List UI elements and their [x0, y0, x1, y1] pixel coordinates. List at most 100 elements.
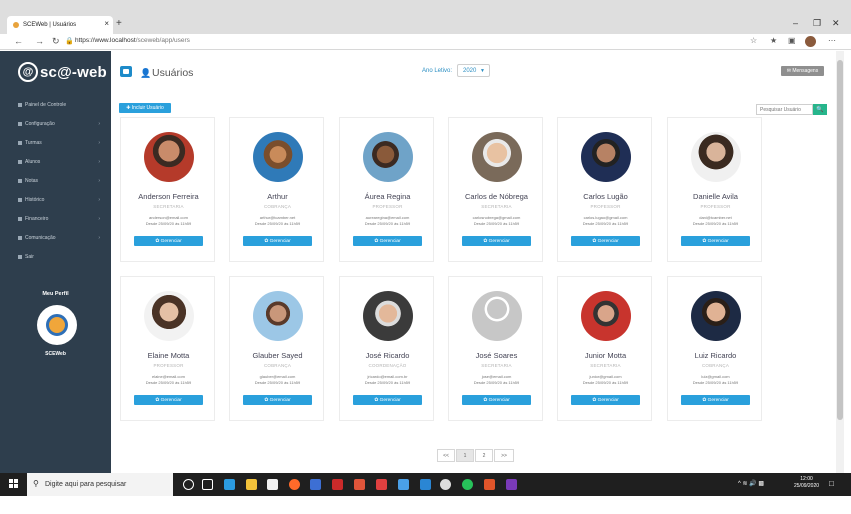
manage-button[interactable]: ✿ Gerenciar — [571, 236, 640, 246]
chevron-right-icon: › — [98, 159, 100, 165]
app-logo[interactable]: @ sc@-web — [18, 62, 107, 82]
menu-toggle-icon[interactable] — [120, 66, 132, 77]
user-photo — [253, 132, 303, 182]
sidebar-item-0[interactable]: Painel de Controle — [18, 99, 103, 111]
sidebar-item-label: Notas — [25, 178, 39, 184]
url-path: /sceweb/app/users — [135, 37, 190, 44]
favorites-icon[interactable]: ★ — [770, 36, 777, 45]
star-icon[interactable]: ☆ — [750, 36, 757, 45]
page-prev-button[interactable]: << — [437, 449, 455, 462]
new-tab-button[interactable]: + — [116, 18, 122, 29]
page-next-button[interactable]: >> — [494, 449, 514, 462]
firefox-icon[interactable] — [289, 479, 300, 490]
user-role: PROFESSOR — [590, 204, 621, 209]
back-icon[interactable]: ← — [14, 36, 23, 46]
browser-profile-avatar[interactable] — [805, 36, 816, 47]
sidebar-item-label: Financeiro — [25, 216, 49, 222]
settings-gear-icon[interactable] — [440, 479, 451, 490]
messages-button[interactable]: ✉ Mensagens — [781, 66, 824, 76]
manage-button[interactable]: ✿ Gerenciar — [243, 236, 312, 246]
sidebar-item-5[interactable]: Histórico › — [18, 194, 103, 206]
user-since: Desde 25/09/20 às 11h59 — [473, 380, 520, 385]
wrench-icon — [18, 122, 22, 126]
close-tab-icon[interactable]: × — [104, 19, 109, 28]
add-user-button[interactable]: ✚ Incluir Usuário — [119, 103, 171, 113]
year-select[interactable]: 2020 ▼ — [457, 64, 490, 77]
user-role: SECRETARIA — [481, 363, 512, 368]
taskbar-search-input[interactable]: ⚲ Digite aqui para pesquisar — [27, 473, 173, 496]
profile-avatar[interactable] — [37, 305, 77, 345]
user-card: José Ricardo COORDENAÇÃO jricardo@email.co… — [339, 276, 434, 421]
manage-button[interactable]: ✿ Gerenciar — [462, 395, 531, 405]
logo-mark: @ — [18, 62, 38, 82]
app-icon-6[interactable] — [420, 479, 431, 490]
close-window-icon[interactable]: ✕ — [832, 18, 840, 29]
notification-icon[interactable]: □ — [829, 479, 834, 488]
scrollbar-thumb[interactable] — [837, 60, 843, 420]
user-email: dani@tcamber.net — [699, 215, 732, 220]
manage-button[interactable]: ✿ Gerenciar — [681, 236, 750, 246]
collections-icon[interactable]: ▣ — [788, 36, 796, 45]
windows-start-icon[interactable] — [9, 479, 19, 489]
spotify-icon[interactable] — [462, 479, 473, 490]
sidebar-item-3[interactable]: Alunos › — [18, 156, 103, 168]
app-icon-7[interactable] — [484, 479, 495, 490]
user-since: Desde 25/09/20 às 11h59 — [364, 380, 411, 385]
manage-button[interactable]: ✿ Gerenciar — [353, 395, 422, 405]
app-icon-4[interactable] — [376, 479, 387, 490]
app-icon-1[interactable] — [310, 479, 321, 490]
manage-button[interactable]: ✿ Gerenciar — [462, 236, 531, 246]
reload-icon[interactable]: ↻ — [52, 36, 60, 47]
manage-button[interactable]: ✿ Gerenciar — [134, 236, 203, 246]
user-name: Áurea Regina — [364, 192, 411, 201]
sidebar-item-2[interactable]: Turmas › — [18, 137, 103, 149]
task-view-icon[interactable] — [202, 479, 213, 490]
user-name: Junior Motta — [584, 351, 627, 360]
edge-icon[interactable] — [224, 479, 235, 490]
forward-icon[interactable]: → — [35, 36, 44, 46]
app-icon-3[interactable] — [354, 479, 365, 490]
user-photo — [363, 291, 413, 341]
manage-button[interactable]: ✿ Gerenciar — [681, 395, 750, 405]
user-photo — [253, 291, 303, 341]
sidebar-item-1[interactable]: Configuração › — [18, 118, 103, 130]
user-card: Elaine Motta PROFESSOR elaine@email.com Des… — [120, 276, 215, 421]
dashboard-icon — [18, 103, 22, 107]
search-input[interactable] — [756, 104, 813, 115]
profile-logo-icon — [46, 314, 68, 336]
minimize-icon[interactable]: – — [793, 18, 798, 28]
user-photo — [363, 132, 413, 182]
app-icon-5[interactable] — [398, 479, 409, 490]
manage-button[interactable]: ✿ Gerenciar — [571, 395, 640, 405]
sidebar-item-8[interactable]: Sair — [18, 251, 103, 263]
manage-button[interactable]: ✿ Gerenciar — [243, 395, 312, 405]
search-button[interactable]: 🔍 — [813, 104, 827, 115]
store-icon[interactable] — [267, 479, 278, 490]
maximize-icon[interactable]: ❐ — [813, 18, 821, 29]
user-photo — [691, 291, 741, 341]
user-since: Desde 25/09/20 às 11h59 — [254, 221, 301, 226]
taskbar-clock[interactable]: 12:00 25/09/2020 — [794, 476, 819, 490]
file-explorer-icon[interactable] — [246, 479, 257, 490]
user-name: José Ricardo — [365, 351, 410, 360]
page-title: Usuários — [152, 67, 194, 79]
app-icon-2[interactable] — [332, 479, 343, 490]
more-icon[interactable]: ⋯ — [828, 36, 836, 45]
sidebar-item-6[interactable]: Financeiro › — [18, 213, 103, 225]
user-card: Carlos de Nóbrega SECRETARIA carlosnobrega… — [448, 117, 543, 262]
page-2-button[interactable]: 2 — [475, 449, 493, 462]
app-icon-8[interactable] — [506, 479, 517, 490]
sidebar-item-7[interactable]: Comunicação › — [18, 232, 103, 244]
user-icon: 👤 — [140, 68, 152, 78]
manage-button[interactable]: ✿ Gerenciar — [353, 236, 422, 246]
system-tray-icons[interactable]: ^ ≋ 🔊 ▩ — [738, 480, 764, 487]
manage-button[interactable]: ✿ Gerenciar — [134, 395, 203, 405]
browser-tab[interactable]: SCEWeb | Usuários × — [7, 16, 113, 34]
sidebar-item-4[interactable]: Notas › — [18, 175, 103, 187]
favicon-icon — [13, 22, 19, 28]
user-role: SECRETARIA — [481, 204, 512, 209]
cortana-icon[interactable] — [183, 479, 194, 490]
page-1-button[interactable]: 1 — [456, 449, 474, 462]
user-photo — [472, 132, 522, 182]
url-field[interactable]: https://www.localhost/sceweb/app/users — [75, 37, 190, 44]
